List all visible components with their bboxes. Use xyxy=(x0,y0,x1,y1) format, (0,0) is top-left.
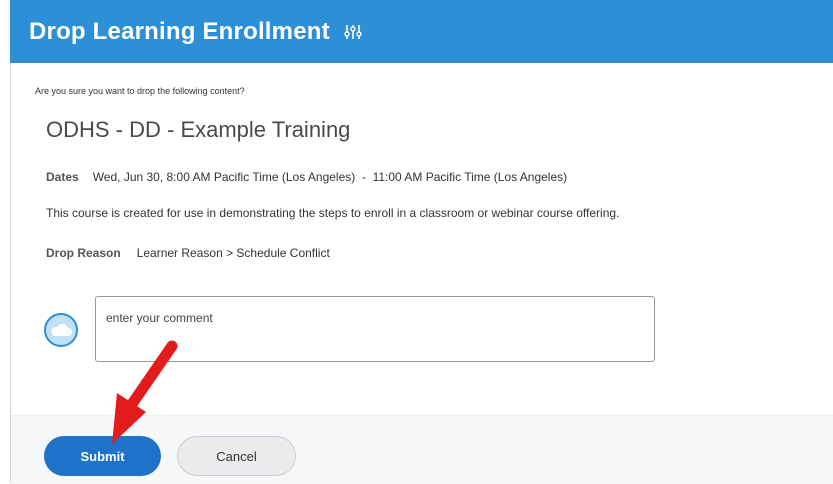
page-title: Drop Learning Enrollment xyxy=(29,17,330,45)
comment-input[interactable] xyxy=(96,297,654,361)
drop-reason-value: Learner Reason > Schedule Conflict xyxy=(136,246,330,260)
course-description: This course is created for use in demons… xyxy=(46,206,620,220)
course-title: ODHS - DD - Example Training xyxy=(46,117,351,142)
submit-button[interactable]: Submit xyxy=(44,436,161,476)
dates-row: Dates Wed, Jun 30, 8:00 AM Pacific Time (… xyxy=(46,170,567,184)
page-header: Drop Learning Enrollment xyxy=(10,0,833,63)
confirmation-question: Are you sure you want to drop the follow… xyxy=(35,86,245,96)
cloud-avatar-icon xyxy=(44,313,78,347)
comment-field[interactable] xyxy=(95,296,655,362)
drop-reason-row: Drop Reason Learner Reason > Schedule Con… xyxy=(46,246,330,260)
dates-value: Wed, Jun 30, 8:00 AM Pacific Time (Los A… xyxy=(92,170,568,184)
cancel-button[interactable]: Cancel xyxy=(177,436,296,476)
drop-reason-label: Drop Reason xyxy=(46,246,121,260)
dates-label: Dates xyxy=(46,170,79,184)
related-actions-icon[interactable] xyxy=(344,23,362,41)
